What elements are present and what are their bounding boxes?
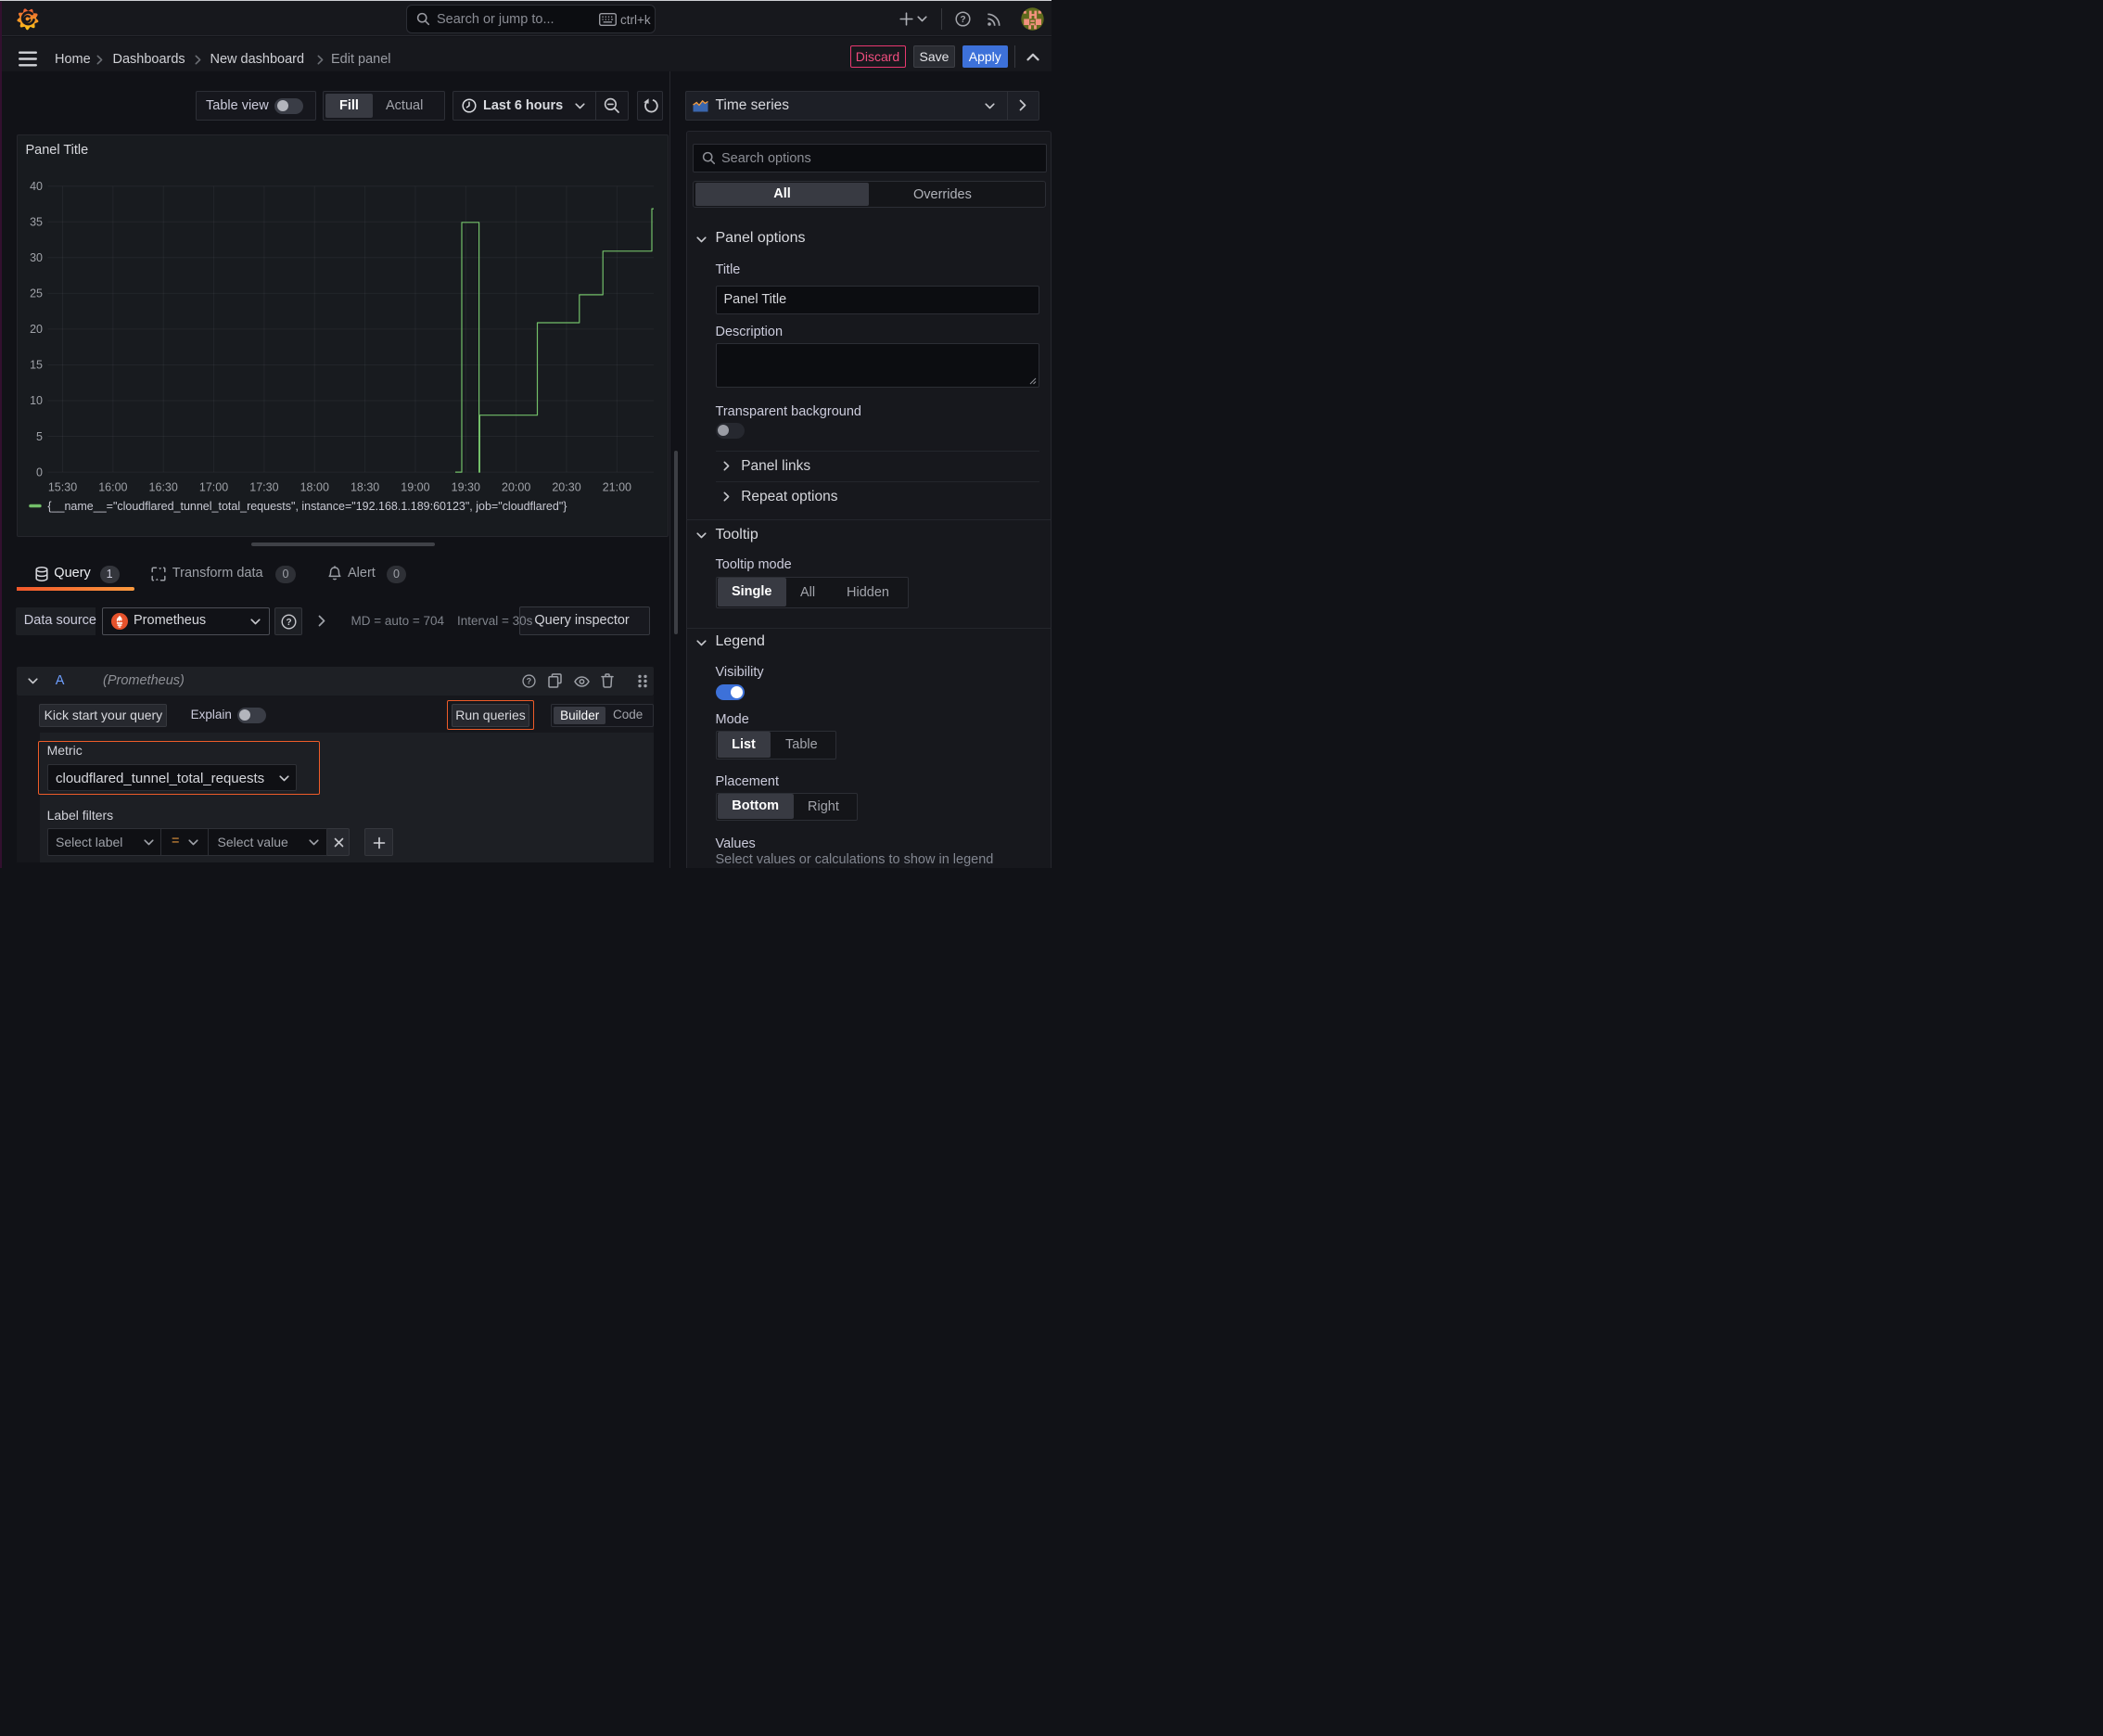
svg-text:20:30: 20:30 <box>552 480 580 493</box>
svg-text:30: 30 <box>30 251 43 264</box>
svg-text:?: ? <box>960 15 965 25</box>
svg-text:5: 5 <box>36 429 43 442</box>
svg-text:17:30: 17:30 <box>249 480 278 493</box>
svg-text:20: 20 <box>30 323 43 336</box>
svg-text:15:30: 15:30 <box>48 480 77 493</box>
svg-text:10: 10 <box>30 394 43 407</box>
svg-text:17:00: 17:00 <box>199 480 228 493</box>
svg-text:40: 40 <box>30 179 43 192</box>
svg-text:15: 15 <box>30 358 43 371</box>
svg-text:16:00: 16:00 <box>98 480 127 493</box>
svg-text:18:30: 18:30 <box>350 480 379 493</box>
svg-text:{__name__="cloudflared_tunnel_: {__name__="cloudflared_tunnel_total_requ… <box>47 500 567 513</box>
svg-text:?: ? <box>286 618 291 628</box>
svg-text:19:00: 19:00 <box>401 480 429 493</box>
svg-text:20:00: 20:00 <box>502 480 530 493</box>
svg-text:25: 25 <box>30 287 43 300</box>
svg-text:21:00: 21:00 <box>603 480 631 493</box>
svg-text:?: ? <box>527 677 531 686</box>
svg-text:35: 35 <box>30 215 43 228</box>
svg-text:0: 0 <box>36 466 43 479</box>
svg-text:16:30: 16:30 <box>149 480 178 493</box>
svg-text:19:30: 19:30 <box>452 480 480 493</box>
svg-text:18:00: 18:00 <box>300 480 329 493</box>
